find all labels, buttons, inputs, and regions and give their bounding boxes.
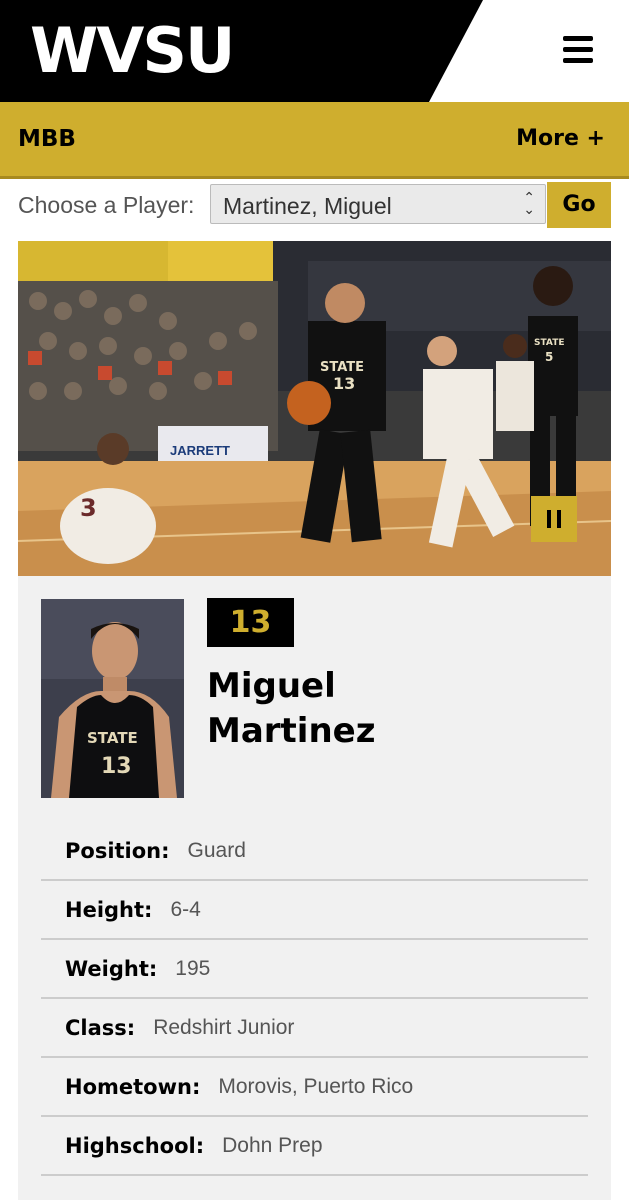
banner-text: JARRETT [170,443,230,458]
bio-value: Redshirt Junior [153,1015,295,1039]
player-chooser: Choose a Player: Martinez, Miguel ⌃ ⌄ Go [18,182,611,228]
go-button[interactable]: Go [547,182,611,228]
header-white-wedge [429,0,629,102]
bio-value: Morovis, Puerto Rico [218,1074,414,1098]
player-select-value: Martinez, Miguel [223,193,392,219]
sport-subnav: MBB More + [0,102,629,179]
bio-value: Guard [187,838,246,862]
bio-row-class: Class: Redshirt Junior [41,999,588,1058]
player-first-name: Miguel [207,666,336,706]
bio-label: Position: [65,838,170,863]
bio-row-highschool: Highschool: Dohn Prep [41,1117,588,1176]
player-headshot: STATE 13 [41,599,184,798]
bio-value: Dohn Prep [222,1133,323,1157]
site-logo[interactable]: WVSU [30,14,235,87]
bio-value: 6-4 [170,897,201,921]
bio-label: Hometown: [65,1074,201,1099]
hamburger-menu-icon[interactable] [563,36,593,64]
logo-text: WVSU [30,14,235,87]
headshot-jersey-text: STATE [87,729,138,747]
player-last-name: Martinez [207,711,376,751]
bio-list: Position: Guard Height: 6-4 Weight: 195 … [41,822,588,1176]
bio-value: 195 [175,956,211,980]
bio-row-weight: Weight: 195 [41,940,588,999]
svg-text:5: 5 [545,350,553,364]
jersey-number-badge: 13 [207,598,294,647]
player-bio-card: STATE 13 13 Miguel Martinez Position: Gu… [18,576,611,1200]
site-header: WVSU [0,0,629,102]
bio-label: Height: [65,897,153,922]
player-select[interactable]: Martinez, Miguel ⌃ ⌄ [210,184,546,224]
headshot-jersey-number: 13 [101,754,132,779]
bio-label: Class: [65,1015,136,1040]
bio-label: Highschool: [65,1133,205,1158]
svg-text:STATE: STATE [534,338,564,348]
svg-text:3: 3 [80,494,97,522]
bio-row-height: Height: 6-4 [41,881,588,940]
svg-text:STATE: STATE [320,360,364,375]
player-name: Miguel Martinez [207,664,587,754]
bio-row-position: Position: Guard [41,822,588,881]
select-arrows-icon: ⌃ ⌄ [523,190,535,218]
more-menu-button[interactable]: More + [516,126,605,151]
hero-photo: JARRETT 3 STATE 13 STATE 5 [18,241,611,576]
bio-label: Weight: [65,956,158,981]
svg-text:13: 13 [333,374,355,393]
pause-icon[interactable] [531,496,577,542]
sport-title[interactable]: MBB [18,126,76,152]
hero-image: JARRETT 3 STATE 13 STATE 5 [18,241,611,576]
choose-player-label: Choose a Player: [18,192,195,218]
bio-row-hometown: Hometown: Morovis, Puerto Rico [41,1058,588,1117]
